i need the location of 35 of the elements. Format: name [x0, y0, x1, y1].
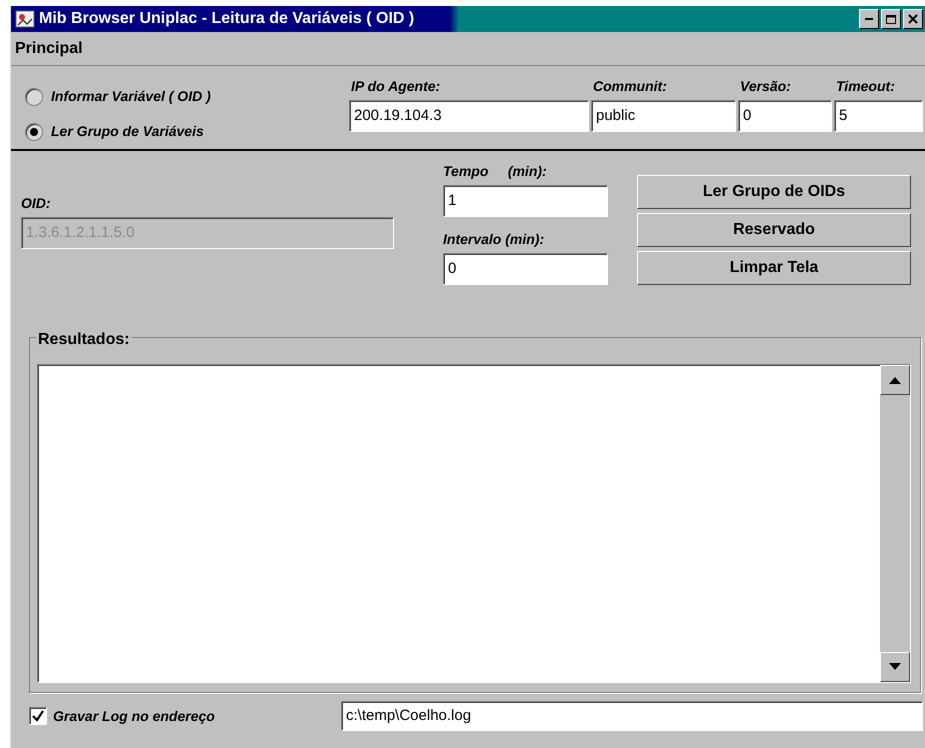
field-label: IP do Agente:	[350, 77, 442, 96]
input-field[interactable]: 5	[834, 100, 923, 132]
scrollbar[interactable]	[880, 365, 910, 682]
input-field[interactable]: c:\temp\Coelho.log	[341, 701, 923, 731]
close-button[interactable]	[903, 9, 923, 29]
window-title: Mib Browser Uniplac - Leitura de Variáveis ( OID )	[39, 9, 416, 29]
maximize-icon	[886, 14, 896, 24]
input-field[interactable]: 0	[443, 253, 608, 285]
maximize-button[interactable]	[881, 9, 901, 29]
scroll-down-icon[interactable]	[880, 652, 910, 682]
scroll-up-icon[interactable]	[880, 365, 910, 395]
field-label: Timeout:	[835, 77, 896, 96]
input-field[interactable]: 1	[443, 185, 608, 217]
radio-label[interactable]: Ler Grupo de Variáveis	[51, 121, 204, 142]
field-label: Communit:	[592, 77, 668, 96]
action-button[interactable]: Limpar Tela	[637, 251, 911, 285]
radio-label[interactable]: Informar Variável ( OID )	[51, 86, 211, 107]
minimize-icon	[865, 18, 873, 20]
field-label: OID:	[21, 194, 52, 213]
checkbox-label[interactable]: Gravar Log no endereço	[53, 706, 335, 726]
radio-button[interactable]	[25, 88, 43, 106]
minimize-button[interactable]	[859, 9, 879, 29]
input-field[interactable]: public	[591, 100, 736, 132]
radio-button[interactable]	[25, 122, 43, 140]
app-icon	[15, 9, 35, 29]
menu-item[interactable]: Principal	[15, 36, 83, 60]
action-button[interactable]: Reservado	[637, 213, 911, 247]
field-label: Tempo (min):	[443, 162, 548, 181]
close-icon	[908, 14, 918, 24]
field-label: Versão:	[739, 77, 792, 96]
field-label: Intervalo (min):	[443, 230, 546, 249]
action-button[interactable]: Ler Grupo de OIDs	[637, 175, 911, 209]
input-field[interactable]: 200.19.104.3	[349, 100, 589, 132]
checkbox[interactable]	[29, 707, 47, 725]
input-field[interactable]: 0	[738, 100, 832, 132]
